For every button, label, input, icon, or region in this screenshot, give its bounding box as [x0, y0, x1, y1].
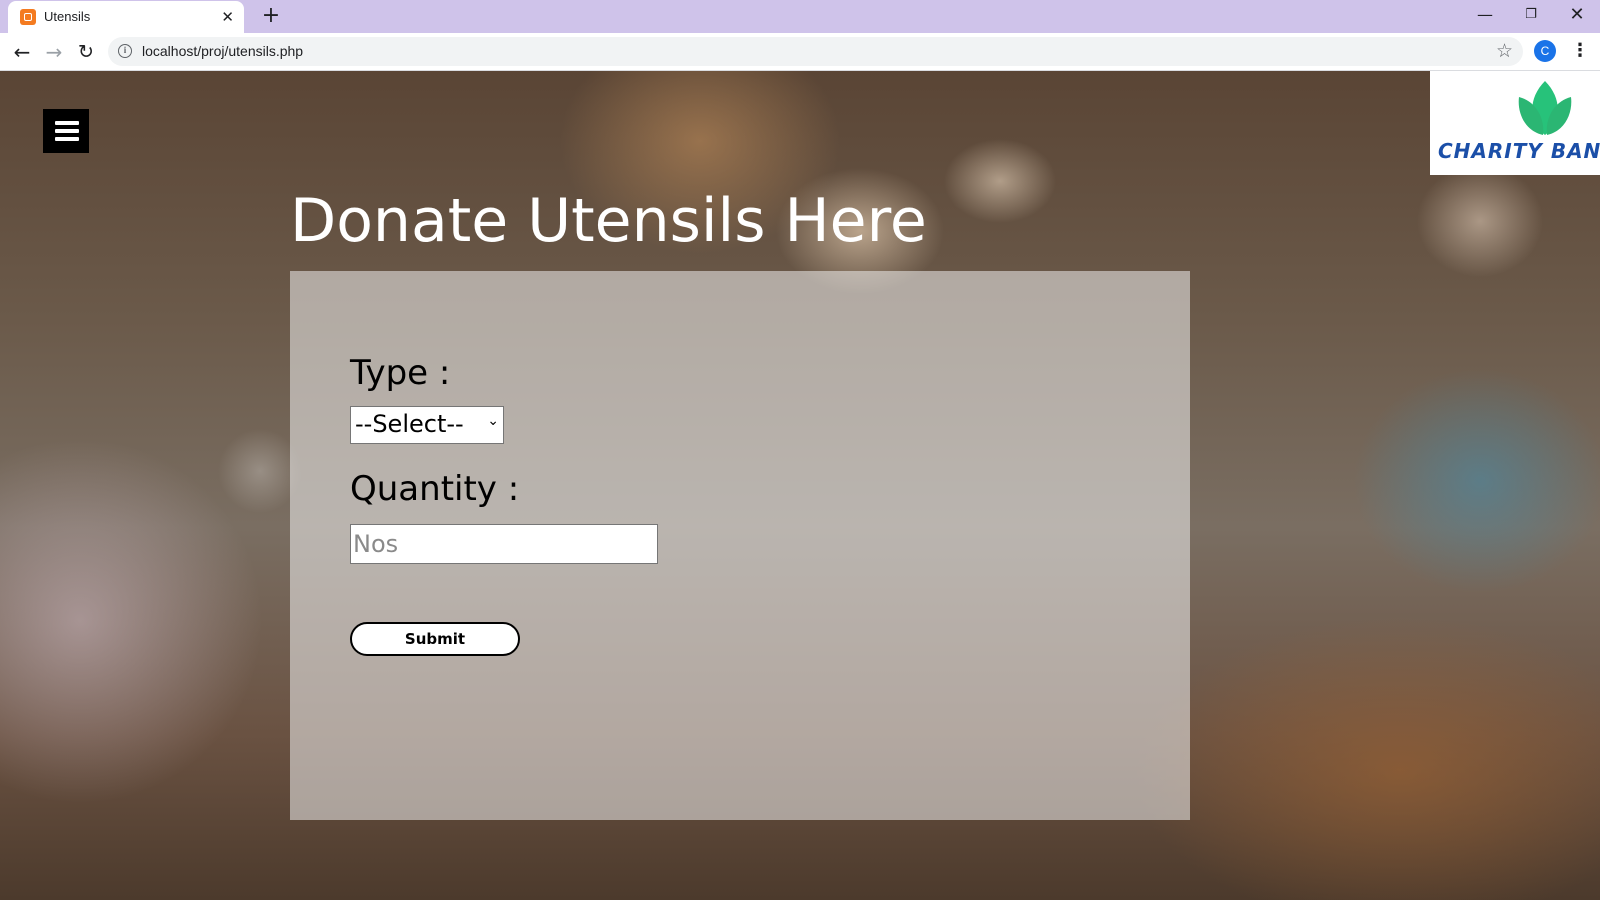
info-icon[interactable]: i: [118, 44, 132, 58]
hamburger-menu-icon[interactable]: [43, 109, 89, 153]
forward-arrow-icon[interactable]: →: [40, 38, 68, 66]
tab-close-icon[interactable]: ✕: [221, 7, 234, 27]
restore-button[interactable]: ❐: [1508, 0, 1554, 30]
submit-button[interactable]: Submit: [350, 622, 520, 656]
browser-menu-icon[interactable]: ⋮: [1570, 40, 1590, 64]
reload-icon[interactable]: ↻: [72, 38, 100, 66]
tab-title: Utensils: [44, 9, 91, 24]
profile-avatar[interactable]: C: [1534, 40, 1556, 62]
url-text[interactable]: localhost/proj/utensils.php: [142, 43, 303, 59]
new-tab-button[interactable]: +: [259, 4, 283, 28]
leaves-icon: [1518, 81, 1572, 135]
xampp-favicon-icon: [20, 9, 36, 25]
page-title: Donate Utensils Here: [290, 186, 927, 256]
back-arrow-icon[interactable]: ←: [8, 38, 36, 66]
logo-text: CHARITY BANK: [1438, 139, 1600, 163]
tab-utensils[interactable]: Utensils ✕: [8, 1, 244, 33]
type-select[interactable]: --Select-- ⌄: [350, 406, 504, 444]
chevron-down-icon: ⌄: [487, 413, 499, 429]
donation-form-panel: Type : --Select-- ⌄ Quantity : Submit: [290, 271, 1190, 820]
browser-window: Utensils ✕ + — ❐ ✕ ← → ↻ i localhost/pro…: [0, 0, 1600, 900]
window-close-button[interactable]: ✕: [1554, 0, 1600, 30]
type-label: Type :: [350, 353, 451, 393]
quantity-input[interactable]: [350, 524, 658, 564]
type-select-value: --Select--: [355, 410, 464, 438]
minimize-button[interactable]: —: [1462, 0, 1508, 30]
tab-bar: Utensils ✕ + — ❐ ✕: [0, 0, 1600, 33]
browser-toolbar: ← → ↻ i localhost/proj/utensils.php ☆: [0, 33, 1600, 71]
charity-bank-logo: CHARITY BANK: [1430, 71, 1600, 175]
quantity-label: Quantity :: [350, 469, 520, 509]
bookmark-star-icon[interactable]: ☆: [1496, 39, 1513, 63]
page-background: CHARITY BANK Donate Utensils Here Type :…: [0, 71, 1600, 900]
address-bar[interactable]: i localhost/proj/utensils.php ☆: [108, 37, 1523, 66]
